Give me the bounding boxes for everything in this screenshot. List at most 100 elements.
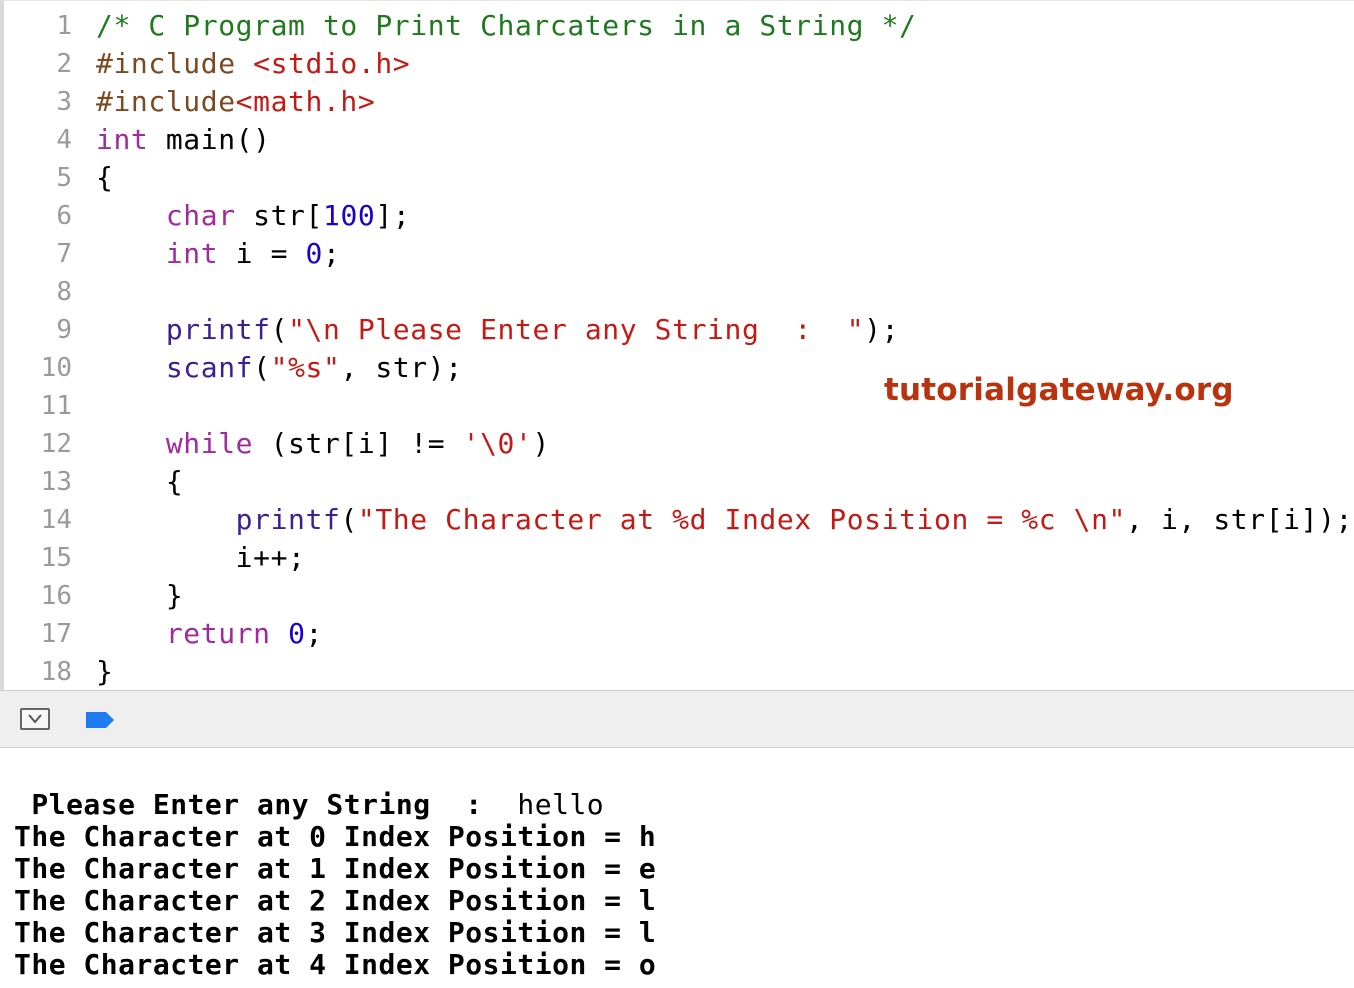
console-output-line: The Character at 2 Index Position = l bbox=[14, 884, 657, 917]
code-token: ); bbox=[864, 313, 900, 346]
line-number: 1 bbox=[56, 11, 72, 41]
code-token: '\0' bbox=[462, 427, 533, 460]
code-token: int bbox=[96, 123, 149, 156]
code-token: ; bbox=[305, 617, 323, 650]
code-token: "The Character at %d Index Position = %c… bbox=[357, 503, 1127, 536]
code-text: } bbox=[96, 577, 183, 615]
code-token: printf bbox=[165, 313, 271, 346]
code-text: { bbox=[96, 463, 183, 501]
code-line[interactable]: 9 printf("\n Please Enter any String : "… bbox=[4, 311, 1354, 349]
code-text: #include<math.h> bbox=[96, 83, 375, 121]
hide-console-button[interactable] bbox=[20, 708, 50, 730]
code-text: int main() bbox=[96, 121, 271, 159]
line-number: 8 bbox=[56, 277, 72, 307]
code-token: printf bbox=[235, 503, 341, 536]
code-line[interactable]: 1 /* C Program to Print Charcaters in a S… bbox=[4, 7, 1354, 45]
code-text: printf("\n Please Enter any String : "); bbox=[96, 311, 899, 349]
code-token: ]; bbox=[375, 199, 411, 232]
code-token: main() bbox=[148, 123, 271, 156]
code-line[interactable]: 3 #include<math.h> bbox=[4, 83, 1354, 121]
line-number: 15 bbox=[40, 543, 72, 573]
line-number: 7 bbox=[56, 239, 72, 269]
code-line[interactable]: 16 } bbox=[4, 577, 1354, 615]
code-token: <stdio.h> bbox=[253, 47, 411, 80]
code-token: /* C Program to Print Charcaters in a St… bbox=[96, 9, 917, 42]
code-token: char bbox=[165, 199, 236, 232]
line-number: 17 bbox=[40, 619, 72, 649]
code-line[interactable]: 14 printf("The Character at %d Index Pos… bbox=[4, 501, 1354, 539]
line-number: 11 bbox=[40, 391, 72, 421]
code-token: ( bbox=[253, 351, 271, 384]
code-line[interactable]: 7 int i = 0; bbox=[4, 235, 1354, 273]
code-text: scanf("%s", str); bbox=[96, 349, 463, 387]
console-prompt: Please Enter any String : bbox=[14, 788, 518, 821]
code-token: return bbox=[165, 617, 271, 650]
line-number: 4 bbox=[56, 125, 72, 155]
code-token: ; bbox=[322, 237, 341, 270]
code-token: #include bbox=[96, 47, 254, 80]
code-text: int i = 0; bbox=[96, 235, 340, 273]
code-line[interactable]: 17 return 0; bbox=[4, 615, 1354, 653]
code-line[interactable]: 8 bbox=[4, 273, 1354, 311]
code-line[interactable]: 2 #include <stdio.h> bbox=[4, 45, 1354, 83]
code-token: , i, str[i]); bbox=[1126, 503, 1353, 536]
code-token: ( bbox=[340, 503, 358, 536]
code-token: { bbox=[96, 465, 184, 498]
breakpoint-icon[interactable] bbox=[84, 710, 116, 730]
code-line[interactable]: 12 while (str[i] != '\0') bbox=[4, 425, 1354, 463]
code-line[interactable]: 18} bbox=[4, 653, 1354, 691]
code-token: "%s" bbox=[270, 351, 341, 384]
line-number: 9 bbox=[56, 315, 72, 345]
code-token: "\n Please Enter any String : " bbox=[288, 313, 865, 346]
code-text: } bbox=[96, 653, 113, 691]
hide-console-icon bbox=[28, 714, 42, 724]
code-token: #include bbox=[96, 85, 236, 118]
code-token: , str); bbox=[340, 351, 463, 384]
line-number: 5 bbox=[56, 163, 72, 193]
code-line[interactable]: 5{ bbox=[4, 159, 1354, 197]
line-number: 18 bbox=[40, 657, 72, 687]
debug-toolbar bbox=[0, 690, 1354, 748]
code-line[interactable]: 15 i++; bbox=[4, 539, 1354, 577]
code-text: i++; bbox=[96, 539, 306, 577]
console-output-line: The Character at 3 Index Position = l bbox=[14, 916, 657, 949]
code-token: } bbox=[96, 655, 114, 688]
line-number: 2 bbox=[56, 49, 72, 79]
code-text: while (str[i] != '\0') bbox=[96, 425, 550, 463]
code-token: } bbox=[96, 579, 184, 612]
code-line[interactable]: 6 char str[100]; bbox=[4, 197, 1354, 235]
code-token: ( bbox=[270, 313, 289, 346]
code-token: i++; bbox=[96, 541, 306, 574]
code-token: { bbox=[96, 161, 114, 194]
console-prompt-line: Please Enter any String : hello bbox=[14, 789, 604, 821]
code-text: { bbox=[96, 159, 113, 197]
code-token: scanf bbox=[165, 351, 254, 384]
console-input: hello bbox=[517, 788, 605, 821]
line-number: 13 bbox=[40, 467, 72, 497]
code-text: char str[100]; bbox=[96, 197, 410, 235]
line-number: 10 bbox=[40, 353, 72, 383]
code-line[interactable]: 4 int main() bbox=[4, 121, 1354, 159]
console-output-line: The Character at 1 Index Position = e bbox=[14, 852, 657, 885]
line-number: 16 bbox=[40, 581, 72, 611]
code-token: int bbox=[165, 237, 219, 270]
code-line[interactable]: 13 { bbox=[4, 463, 1354, 501]
console-output-line: The Character at 4 Index Position = o bbox=[14, 948, 657, 981]
line-number: 14 bbox=[40, 505, 72, 535]
code-text: printf("The Character at %d Index Positi… bbox=[96, 501, 1353, 539]
code-editor[interactable]: 1 /* C Program to Print Charcaters in a S… bbox=[0, 0, 1354, 690]
code-token: <math.h> bbox=[235, 85, 376, 118]
code-token: 100 bbox=[322, 199, 376, 232]
line-number: 3 bbox=[56, 87, 72, 117]
code-text: return 0; bbox=[96, 615, 323, 653]
code-text: /* C Program to Print Charcaters in a St… bbox=[96, 7, 917, 45]
code-token: (str[i] != bbox=[253, 427, 463, 460]
